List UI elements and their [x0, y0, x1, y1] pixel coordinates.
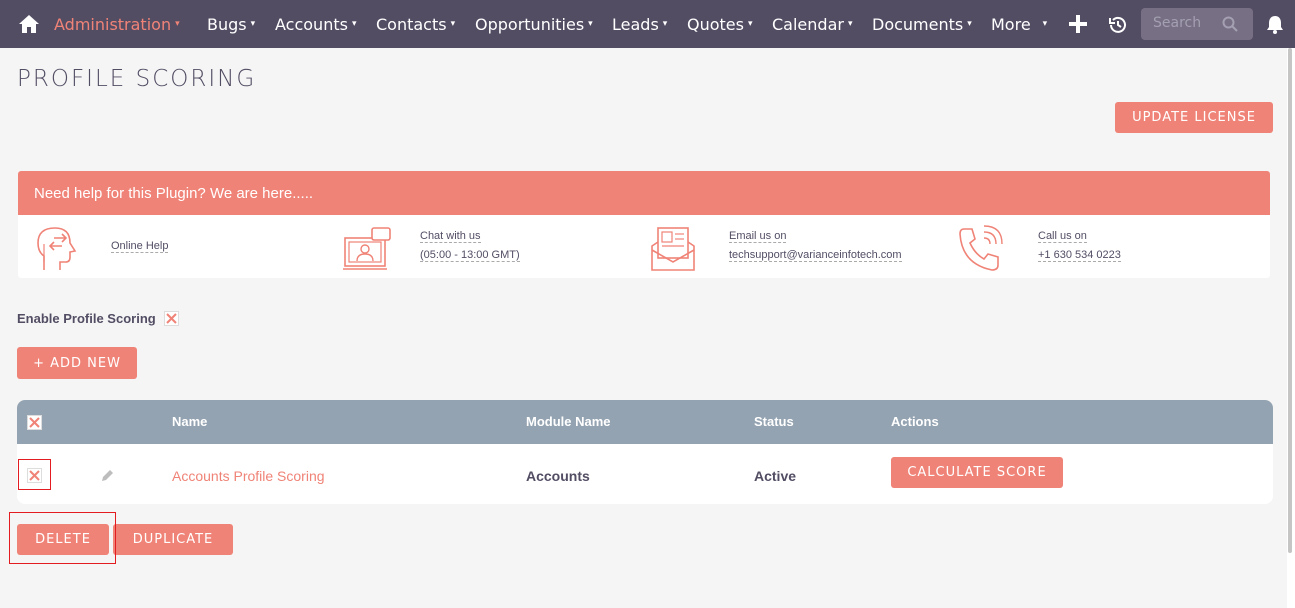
bell-icon[interactable] [1266, 15, 1284, 34]
chevron-down-icon: ▾ [1042, 19, 1048, 29]
nav-item-contacts[interactable]: Contacts ▾ [376, 0, 455, 48]
search-box [1141, 8, 1253, 40]
row-status: Active [754, 468, 797, 484]
nav-item-leads[interactable]: Leads ▾ [612, 0, 667, 48]
scrollbar-thumb[interactable] [1288, 48, 1292, 553]
search-icon[interactable] [1222, 16, 1238, 32]
nav-item-opportunities[interactable]: Opportunities ▾ [475, 0, 593, 48]
update-license-button[interactable]: UPDATE LICENSE [1115, 102, 1273, 133]
email-link[interactable]: techsupport@varianceinfotech.com [729, 249, 902, 262]
calculate-score-button[interactable]: CALCULATE SCORE [891, 457, 1063, 488]
phone-number-link[interactable]: +1 630 534 0223 [1038, 249, 1121, 262]
plus-icon[interactable] [1068, 14, 1088, 34]
chevron-down-icon: ▾ [847, 19, 853, 29]
chevron-down-icon: ▾ [747, 19, 753, 29]
history-icon[interactable] [1108, 15, 1128, 35]
chevron-down-icon: ▾ [662, 19, 668, 29]
home-icon[interactable] [18, 13, 40, 35]
row-module-name: Accounts [526, 468, 590, 484]
column-header-name[interactable]: Name [172, 414, 207, 429]
duplicate-button[interactable]: DUPLICATE [113, 524, 233, 555]
chevron-down-icon: ▾ [588, 19, 593, 29]
x-mark-icon [166, 313, 177, 324]
chat-label[interactable]: Chat with us [420, 230, 481, 243]
enable-profile-scoring-checkbox[interactable] [164, 311, 179, 326]
chevron-down-icon: ▾ [351, 19, 357, 29]
chevron-down-icon: ▾ [967, 19, 972, 29]
phone-icon [959, 225, 1003, 271]
scrollbar[interactable] [1287, 48, 1295, 608]
chevron-down-icon: ▾ [250, 19, 256, 29]
column-header-status[interactable]: Status [754, 414, 794, 429]
profile-scoring-table: Name Module Name Status Actions Accounts… [17, 400, 1273, 504]
online-help-link[interactable]: Online Help [111, 240, 169, 253]
email-envelope-icon [651, 227, 695, 271]
column-header-actions: Actions [891, 414, 939, 429]
nav-item-administration[interactable]: Administration ▾ [54, 0, 180, 48]
email-label[interactable]: Email us on [729, 230, 787, 243]
nav-item-quotes[interactable]: Quotes ▾ [687, 0, 753, 48]
delete-button-highlight [9, 512, 116, 564]
chat-hours-link[interactable]: (05:00 - 13:00 GMT) [420, 249, 520, 262]
nav-item-accounts[interactable]: Accounts ▾ [275, 0, 356, 48]
row-name-link[interactable]: Accounts Profile Scoring [172, 468, 325, 484]
help-panel-header: Need help for this Plugin? We are here..… [18, 171, 1270, 215]
chevron-down-icon: ▾ [175, 19, 180, 29]
nav-item-calendar[interactable]: Calendar ▾ [772, 0, 852, 48]
nav-item-more[interactable]: More ▾ [991, 0, 1047, 48]
table-header: Name Module Name Status Actions [17, 400, 1273, 444]
call-label[interactable]: Call us on [1038, 230, 1087, 243]
column-header-module-name[interactable]: Module Name [526, 414, 611, 429]
top-nav-bar: Administration ▾ Bugs ▾ Accounts ▾ Contacts… [0, 0, 1295, 48]
nav-item-documents[interactable]: Documents ▾ [872, 0, 972, 48]
x-mark-icon [29, 417, 40, 428]
chat-computer-icon [343, 227, 391, 270]
row-checkbox-highlight [18, 459, 51, 490]
head-gears-icon [37, 227, 77, 270]
search-input[interactable] [1153, 15, 1213, 31]
add-new-button[interactable]: + ADD NEW [17, 347, 137, 379]
enable-profile-scoring-label: Enable Profile Scoring [17, 311, 156, 326]
page-title: PROFILE SCORING [17, 66, 257, 92]
nav-item-bugs[interactable]: Bugs ▾ [207, 0, 255, 48]
select-all-checkbox[interactable] [27, 415, 42, 430]
chevron-down-icon: ▾ [450, 19, 456, 29]
help-panel: Need help for this Plugin? We are here..… [18, 171, 1270, 278]
pencil-edit-icon[interactable] [100, 469, 114, 483]
